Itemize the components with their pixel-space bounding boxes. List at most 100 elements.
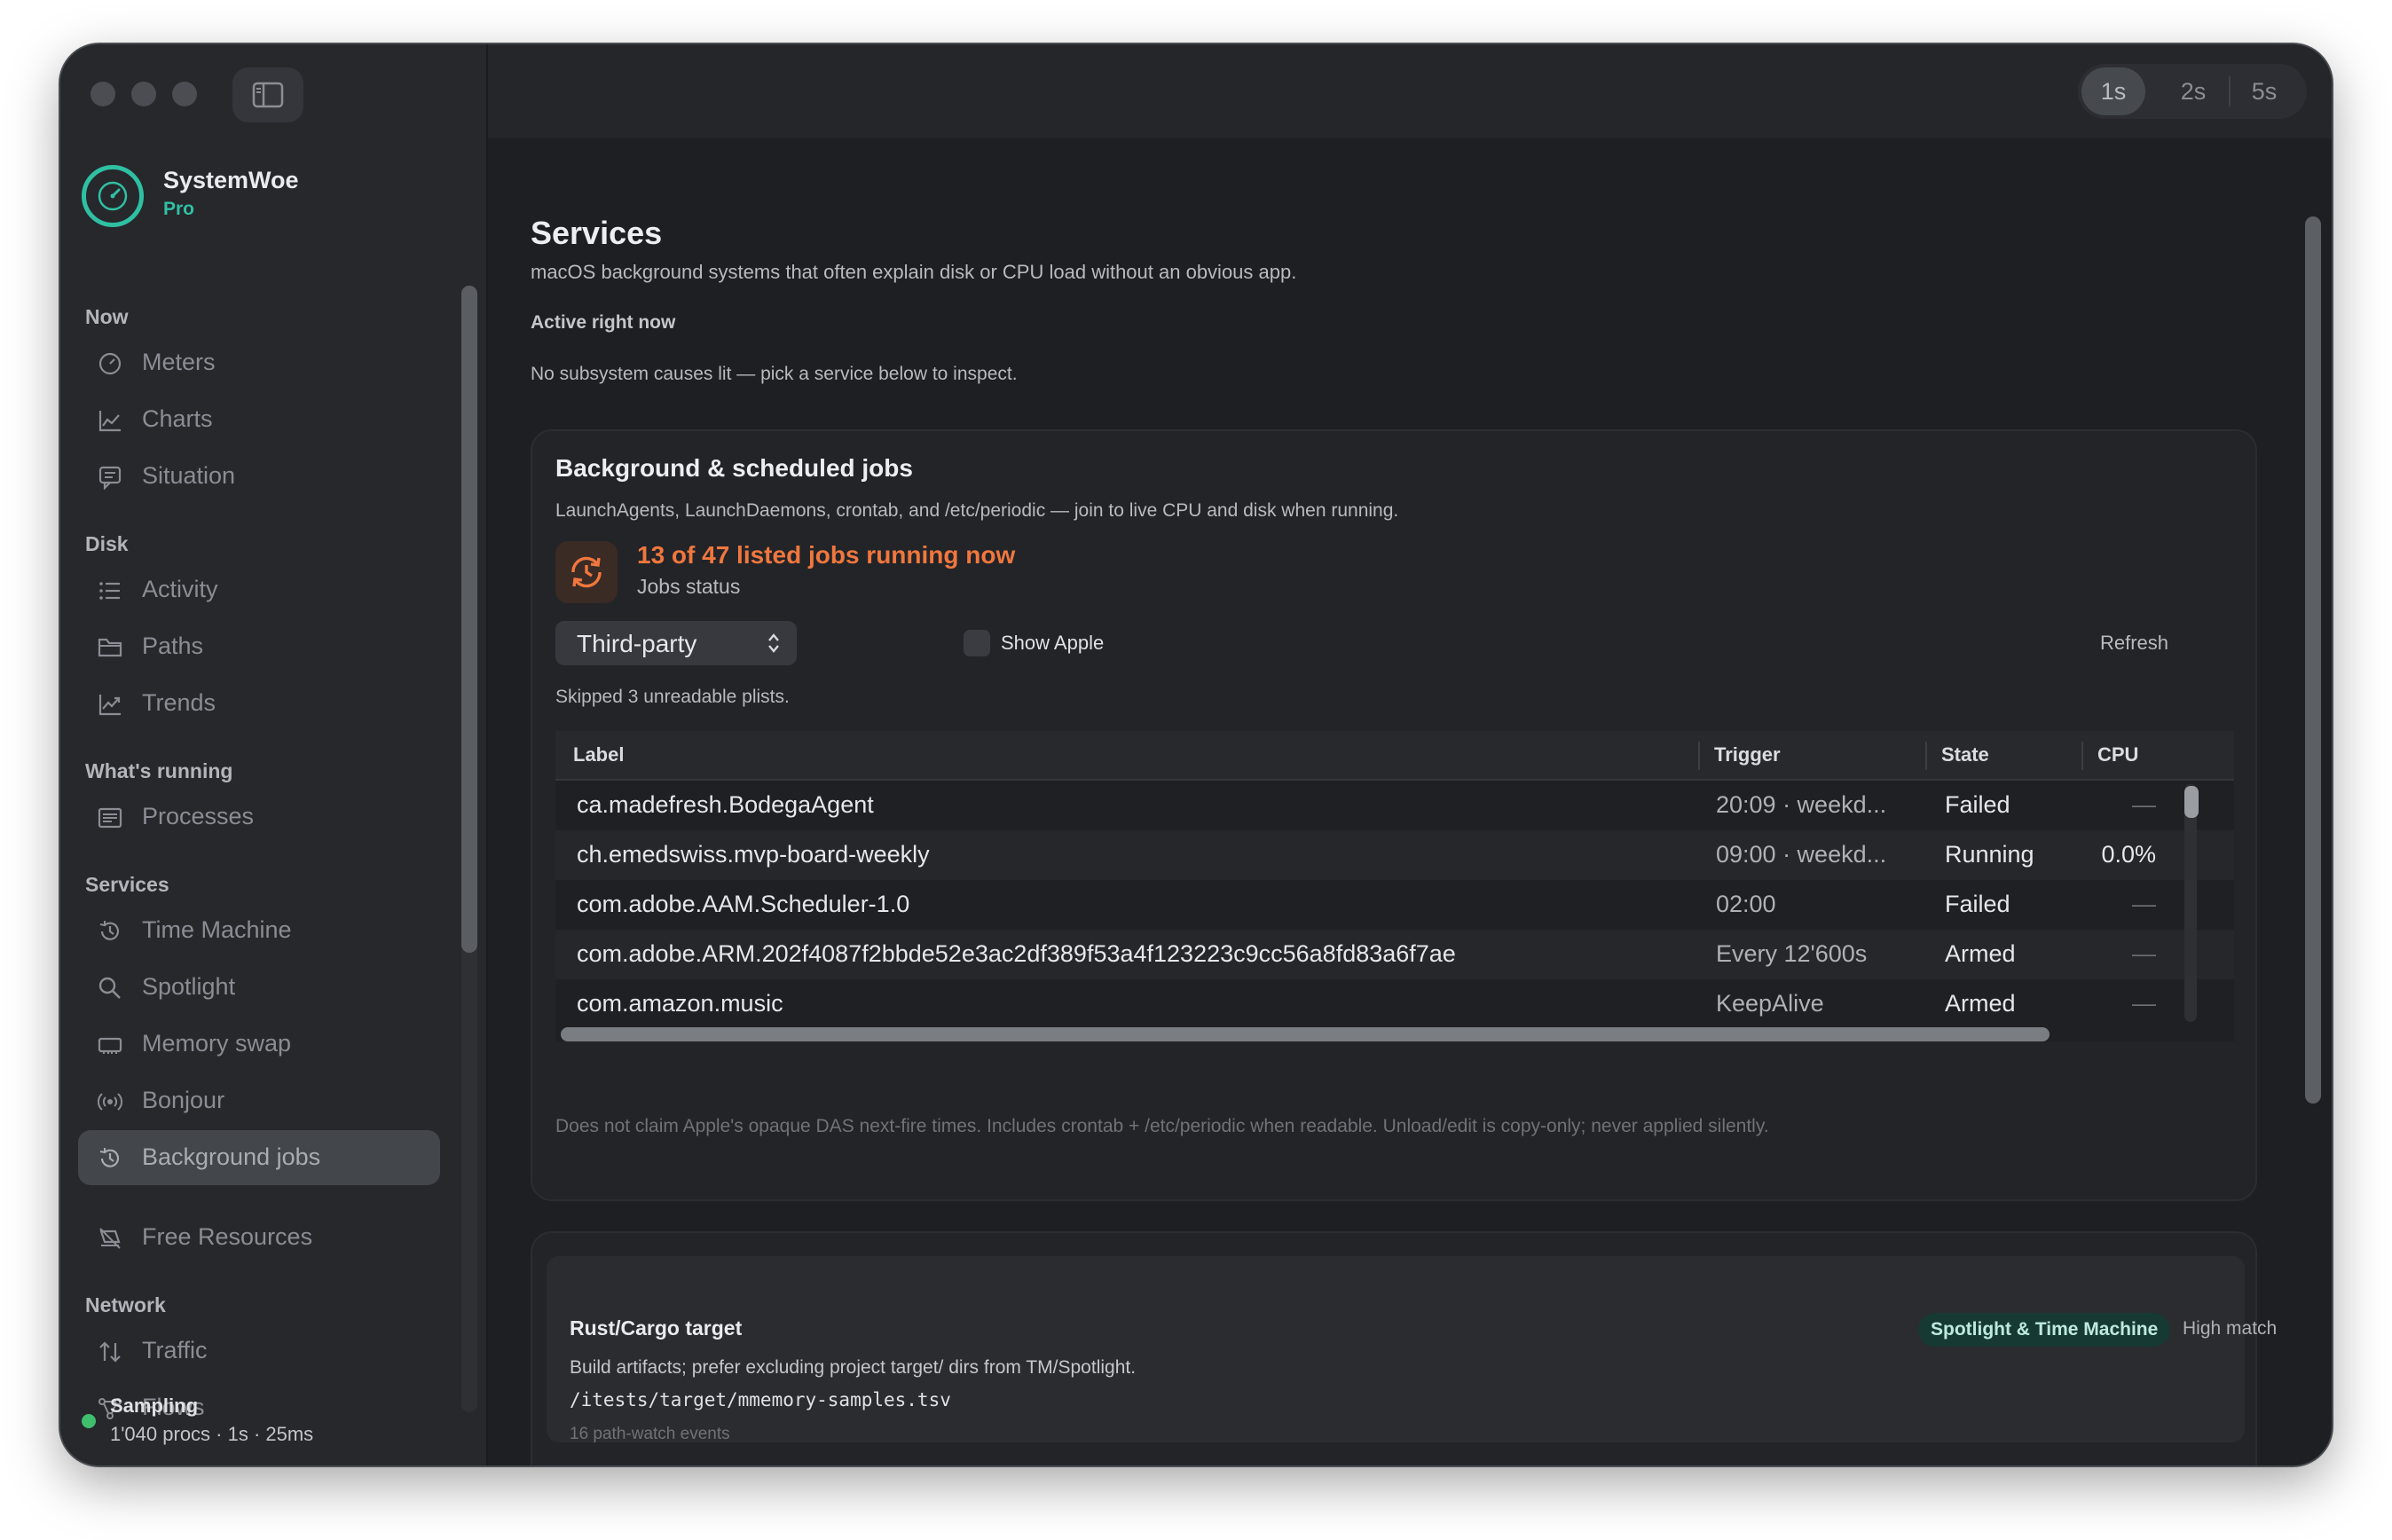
table-vertical-scrollbar-track[interactable] (2184, 784, 2197, 1022)
job-trigger-cell: 20:09 · weekd... (1716, 791, 1887, 818)
sidebar-scrollbar-thumb[interactable] (461, 286, 477, 953)
table-row[interactable]: ch.emedswiss.mvp-board-weekly 09:00 · we… (555, 830, 2234, 880)
recommendation-match: High match (2183, 1318, 2278, 1339)
job-state-cell: Armed (1945, 940, 2016, 967)
sidebar-item-bonjour[interactable]: Bonjour (78, 1073, 440, 1128)
sidebar-item-label: Spotlight (142, 973, 236, 1000)
page-subtitle: macOS background systems that often expl… (531, 261, 1297, 283)
segment-divider (2229, 76, 2231, 106)
chevron-updown-icon (768, 633, 779, 653)
sidebar-item-paths[interactable]: Paths (78, 619, 440, 674)
job-cpu-cell: — (2132, 791, 2156, 818)
jobs-filter-select[interactable]: Third-party (555, 621, 797, 665)
sidebar-item-trends[interactable]: Trends (78, 676, 440, 731)
job-cpu-cell: 0.0% (2101, 841, 2156, 868)
sidebar-item-time-machine[interactable]: Time Machine (78, 903, 440, 958)
sidebar-toggle-button[interactable] (232, 67, 303, 122)
sidebar-item-situation[interactable]: Situation (78, 449, 440, 504)
background-jobs-title: Background & scheduled jobs (555, 454, 913, 482)
job-state-cell: Failed (1945, 891, 2010, 917)
line-chart-icon (98, 411, 121, 432)
column-header-label[interactable]: Label (573, 743, 624, 766)
job-trigger-cell: 02:00 (1716, 891, 1776, 917)
table-horizontal-scrollbar[interactable] (561, 1027, 2050, 1041)
column-header-trigger[interactable]: Trigger (1714, 743, 1781, 766)
job-state-cell: Running (1945, 841, 2034, 868)
job-label-cell: ch.emedswiss.mvp-board-weekly (577, 841, 930, 868)
section-now: Now (85, 305, 129, 328)
table-row[interactable]: com.adobe.ARM.202f4087f2bbde52e3ac2df389… (555, 930, 2234, 979)
page-title: Services (531, 215, 663, 251)
interval-5s-button[interactable]: 5s (2232, 67, 2296, 115)
sidebar-item-traffic[interactable]: Traffic (78, 1324, 440, 1379)
jobs-status-icon-tile (555, 541, 618, 603)
recommendation-badge: Spotlight & Time Machine (1918, 1313, 2171, 1347)
sidebar-item-label: Bonjour (142, 1087, 225, 1113)
recommendation-item[interactable] (547, 1256, 2245, 1442)
sidebar-item-processes[interactable]: Processes (78, 790, 440, 845)
table-row[interactable]: com.adobe.AAM.Scheduler-1.0 02:00 Failed… (555, 880, 2234, 930)
job-label-cell: com.adobe.ARM.202f4087f2bbde52e3ac2df389… (577, 940, 1456, 967)
clock-refresh-icon (571, 556, 602, 588)
column-header-cpu[interactable]: CPU (2097, 743, 2138, 766)
active-now-message: No subsystem causes lit — pick a service… (531, 364, 1018, 384)
clock-history-icon (99, 921, 120, 940)
column-divider[interactable] (1925, 742, 1927, 770)
show-apple-label[interactable]: Show Apple (1001, 632, 1104, 655)
jobs-table: Label Trigger State CPU ca.madefresh.Bod… (555, 731, 2234, 1041)
titlebar: 1s 2s 5s (60, 44, 2332, 138)
job-label-cell: com.adobe.AAM.Scheduler-1.0 (577, 891, 910, 917)
table-row[interactable]: ca.madefresh.BodegaAgent 20:09 · weekd..… (555, 781, 2234, 830)
sidebar-item-free-resources[interactable]: Free Resources (78, 1210, 440, 1265)
column-divider[interactable] (2081, 742, 2083, 770)
jobs-filter-value: Third-party (577, 630, 697, 657)
sidebar-item-meters[interactable]: Meters (78, 335, 440, 390)
jobs-running-headline: 13 of 47 listed jobs running now (637, 541, 1016, 569)
interval-1s-button[interactable]: 1s (2081, 67, 2145, 115)
sidebar-item-memory-swap[interactable]: Memory swap (78, 1017, 440, 1072)
job-cpu-cell: — (2132, 990, 2156, 1017)
recommendation-path: /itests/target/mmemory-samples.tsv (570, 1389, 951, 1410)
sidebar: SystemWoe Pro Now Meters Charts Situatio… (60, 138, 488, 1465)
show-apple-checkbox[interactable] (964, 630, 990, 656)
sidebar-item-spotlight[interactable]: Spotlight (78, 960, 440, 1015)
main-scrollbar-thumb[interactable] (2305, 216, 2321, 1104)
section-services: Services (85, 873, 169, 896)
magnifier-icon (98, 977, 121, 999)
job-label-cell: com.amazon.music (577, 990, 783, 1017)
column-divider[interactable] (1698, 742, 1700, 770)
sidebar-item-label: Situation (142, 462, 236, 489)
message-icon (98, 466, 122, 490)
app-logo (82, 165, 144, 227)
skipped-plists-note: Skipped 3 unreadable plists. (555, 687, 790, 707)
table-vertical-scrollbar-thumb[interactable] (2184, 786, 2199, 818)
sidebar-item-background-jobs[interactable]: Background jobs (78, 1130, 440, 1185)
section-network: Network (85, 1293, 166, 1316)
sampling-status-detail: 1'040 procs · 1s · 25ms (110, 1423, 314, 1445)
minimize-window-button[interactable] (131, 82, 156, 106)
memory-icon (98, 1037, 122, 1054)
job-state-cell: Failed (1945, 791, 2010, 818)
zoom-window-button[interactable] (172, 82, 197, 106)
background-jobs-icon (99, 1148, 120, 1167)
table-row[interactable]: com.amazon.music KeepAlive Armed — (555, 979, 2234, 1029)
close-window-button[interactable] (90, 82, 115, 106)
broadcast-icon (98, 1093, 122, 1111)
refresh-button[interactable]: Refresh (2100, 632, 2168, 655)
job-trigger-cell: 09:00 · weekd... (1716, 841, 1887, 868)
background-jobs-subtitle: LaunchAgents, LaunchDaemons, crontab, an… (555, 500, 1399, 521)
sidebar-item-label: Activity (142, 576, 218, 602)
column-header-state[interactable]: State (1941, 743, 1989, 766)
sidebar-item-activity[interactable]: Activity (78, 562, 440, 617)
sidebar-item-label: Free Resources (142, 1223, 313, 1250)
sidebar-item-label: Memory swap (142, 1030, 292, 1057)
trend-icon (98, 695, 121, 716)
interval-2s-button[interactable]: 2s (2161, 67, 2225, 115)
sidebar-item-charts[interactable]: Charts (78, 392, 440, 447)
app-name: SystemWoe (163, 167, 299, 193)
sidebar-item-label: Paths (142, 632, 204, 659)
sidebar-item-label: Time Machine (142, 916, 292, 943)
app-tier: Pro (163, 199, 195, 219)
job-cpu-cell: — (2132, 891, 2156, 917)
gauge-icon (98, 352, 122, 375)
